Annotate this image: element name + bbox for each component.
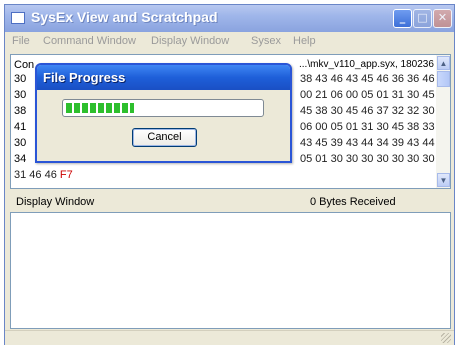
status-bar (5, 330, 454, 345)
cancel-button[interactable]: Cancel (132, 128, 197, 147)
hex-line: 43 45 39 43 44 34 39 43 44 (300, 137, 435, 149)
scroll-thumb[interactable] (437, 71, 450, 87)
hex-left-fragment: 38 (14, 105, 27, 117)
hex-left-fragment: 41 (14, 121, 27, 133)
scroll-up-icon[interactable]: ▲ (437, 56, 450, 70)
hex-left-fragment: 30 (14, 73, 27, 85)
hex-vertical-scrollbar[interactable]: ▲ ▼ (436, 55, 450, 188)
hex-last-line: 31 46 46 F7 (14, 169, 73, 181)
file-progress-bar (62, 99, 264, 117)
dialog-title: File Progress (43, 70, 126, 85)
dialog-title-bar[interactable]: File Progress (37, 65, 290, 90)
maximize-icon: □ (417, 11, 428, 24)
hex-end-byte: F7 (59, 169, 73, 181)
window-title: SysEx View and Scratchpad (31, 9, 218, 25)
maximize-button[interactable]: □ (413, 9, 432, 28)
close-icon: ✕ (437, 11, 448, 24)
close-button[interactable]: ✕ (433, 9, 452, 28)
file-info: ...\mkv_v110_app.syx, 180236 Bytes (299, 59, 451, 70)
display-status-row: Display Window 0 Bytes Received (10, 193, 451, 211)
hex-left-fragment: 30 (14, 89, 27, 101)
minimize-icon: _ (399, 11, 406, 24)
display-window-panel[interactable] (10, 212, 451, 329)
main-window: SysEx View and Scratchpad _ □ ✕ File Com… (4, 4, 455, 345)
hex-line: 45 38 30 45 46 37 32 32 30 (300, 105, 435, 117)
menu-file[interactable]: File (12, 35, 30, 47)
hex-line: 38 43 46 43 45 46 36 36 46 (300, 73, 435, 85)
hex-line: 05 01 30 30 30 30 30 30 30 (300, 153, 435, 165)
hex-left-fragment: 34 (14, 153, 27, 165)
menu-command-window[interactable]: Command Window (43, 35, 136, 47)
menu-help[interactable]: Help (293, 35, 316, 47)
title-bar[interactable]: SysEx View and Scratchpad _ □ ✕ (5, 5, 454, 32)
menu-bar: File Command Window Display Window Sysex… (5, 32, 454, 50)
bytes-received-count: 0 Bytes Received (310, 196, 396, 208)
resize-grip-icon[interactable] (441, 333, 451, 343)
menu-sysex[interactable]: Sysex (251, 35, 281, 47)
scroll-down-icon[interactable]: ▼ (437, 173, 450, 187)
hex-line: 06 00 05 01 31 30 45 38 33 (300, 121, 435, 133)
hex-left-fragment: Con (14, 59, 35, 71)
hex-line: 00 21 06 00 05 01 31 30 45 (300, 89, 435, 101)
hex-left-fragment: 30 (14, 137, 27, 149)
hex-last-line-bytes: 31 46 46 (14, 169, 57, 181)
display-window-label: Display Window (16, 196, 95, 208)
progress-fill (66, 103, 134, 113)
menu-display-window[interactable]: Display Window (151, 35, 229, 47)
file-progress-dialog: File Progress Cancel (35, 63, 292, 163)
minimize-button[interactable]: _ (393, 9, 412, 28)
app-window-icon (11, 12, 25, 24)
